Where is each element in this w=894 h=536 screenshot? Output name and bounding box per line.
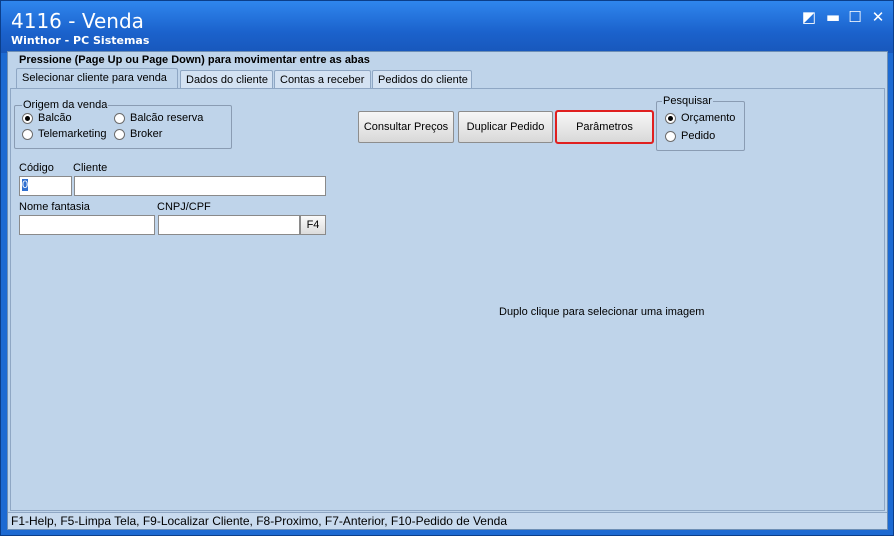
radio-orcamento[interactable]: Orçamento <box>665 112 735 124</box>
radio-label: Balcão <box>38 112 72 124</box>
codigo-value: 0 <box>22 179 29 191</box>
radio-label: Broker <box>130 128 163 140</box>
window-title: 4116 - Venda <box>11 9 144 33</box>
page-hint: Pressione (Page Up ou Page Down) para mo… <box>19 54 370 66</box>
radio-dot <box>114 112 125 124</box>
radio-dot <box>22 112 33 124</box>
title-bar[interactable]: 4116 - Venda Winthor - PC Sistemas ◩ ▬ ☐… <box>1 1 893 53</box>
radio-telemarketing[interactable]: Telemarketing <box>22 128 106 140</box>
duplicar-pedido-button[interactable]: Duplicar Pedido <box>458 111 553 143</box>
nome-fantasia-label: Nome fantasia <box>19 201 90 213</box>
radio-dot <box>665 112 676 124</box>
restore-icon[interactable]: ◩ <box>801 9 817 25</box>
codigo-input[interactable]: 0 <box>19 176 72 196</box>
radio-dot <box>114 128 125 140</box>
cliente-input[interactable] <box>74 176 326 196</box>
radio-dot <box>665 130 676 142</box>
main-panel: Pressione (Page Up ou Page Down) para mo… <box>7 51 888 530</box>
radio-label: Balcão reserva <box>130 112 204 124</box>
radio-label: Pedido <box>681 130 716 142</box>
tab-dados-cliente[interactable]: Dados do cliente <box>180 70 273 88</box>
cnpj-cpf-input[interactable] <box>158 215 300 235</box>
status-bar: F1-Help, F5-Limpa Tela, F9-Localizar Cli… <box>8 512 887 529</box>
minimize-icon[interactable]: ▬ <box>825 9 841 25</box>
tab-selecionar-cliente[interactable]: Selecionar cliente para venda <box>16 68 178 88</box>
tab-page: Origem da venda Balcão Balcão reserva Te… <box>10 88 885 511</box>
radio-label: Orçamento <box>681 112 736 124</box>
cliente-label: Cliente <box>73 162 108 174</box>
consultar-precos-button[interactable]: Consultar Preços <box>358 111 454 143</box>
window-subtitle: Winthor - PC Sistemas <box>11 34 150 47</box>
origem-legend: Origem da venda <box>22 99 109 111</box>
pesquisar-group <box>656 101 745 151</box>
radio-broker[interactable]: Broker <box>114 128 162 140</box>
tab-contas-receber[interactable]: Contas a receber <box>274 70 371 88</box>
maximize-icon[interactable]: ☐ <box>847 9 863 25</box>
pesquisar-legend: Pesquisar <box>662 95 713 107</box>
cnpj-cpf-label: CNPJ/CPF <box>157 201 211 213</box>
parametros-button[interactable]: Parâmetros <box>555 110 654 144</box>
radio-pedido[interactable]: Pedido <box>665 130 715 142</box>
codigo-label: Código <box>19 162 54 174</box>
nome-fantasia-input[interactable] <box>19 215 155 235</box>
close-icon[interactable]: ✕ <box>870 9 886 25</box>
radio-label: Telemarketing <box>38 128 107 140</box>
app-window: 4116 - Venda Winthor - PC Sistemas ◩ ▬ ☐… <box>0 0 894 536</box>
image-placeholder-hint[interactable]: Duplo clique para selecionar uma imagem <box>499 306 704 318</box>
tab-pedidos-cliente[interactable]: Pedidos do cliente <box>372 70 472 88</box>
radio-dot <box>22 128 33 140</box>
radio-balcao-reserva[interactable]: Balcão reserva <box>114 112 203 124</box>
radio-balcao[interactable]: Balcão <box>22 112 72 124</box>
f4-button[interactable]: F4 <box>300 215 326 235</box>
